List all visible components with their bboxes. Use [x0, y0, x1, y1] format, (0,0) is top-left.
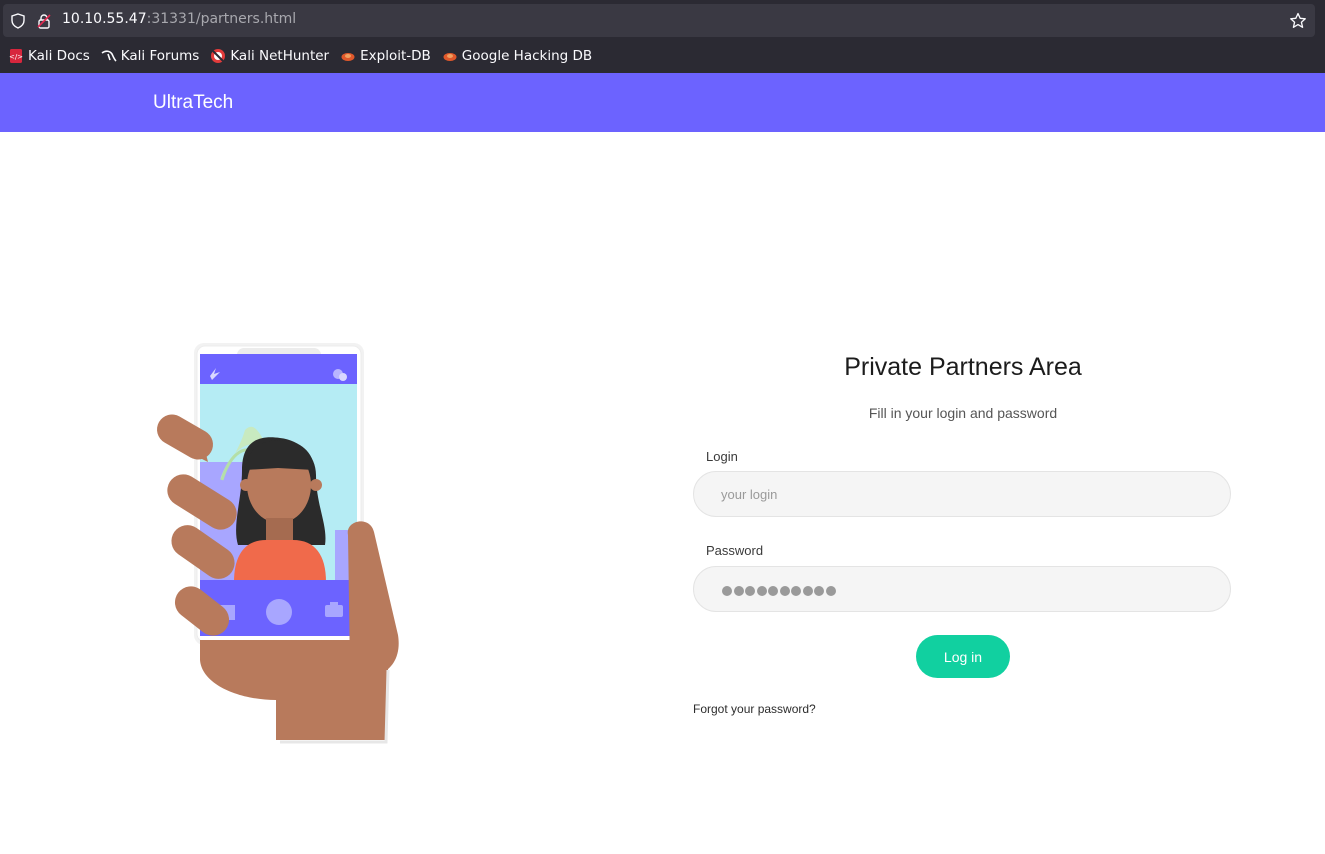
kali-docs-icon: </>	[8, 48, 24, 64]
address-bar[interactable]: 10.10.55.47:31331/partners.html	[3, 4, 1315, 37]
login-input[interactable]	[693, 471, 1231, 517]
bookmark-google-hacking-db[interactable]: Google Hacking DB	[442, 48, 592, 64]
bookmark-label: Google Hacking DB	[461, 48, 593, 64]
insecure-lock-icon[interactable]	[36, 13, 52, 33]
bookmark-kali-forums[interactable]: Kali Forums	[101, 48, 200, 64]
svg-text:</>: </>	[9, 53, 23, 61]
brand-logo-link[interactable]: UltraTech	[153, 92, 233, 114]
url-path: :31331/partners.html	[146, 11, 297, 27]
ghdb-icon	[442, 48, 458, 64]
shield-icon[interactable]	[10, 13, 26, 33]
bookmark-exploit-db[interactable]: Exploit-DB	[340, 48, 431, 64]
page-subtitle: Fill in your login and password	[868, 405, 1058, 421]
url-host: 10.10.55.47	[62, 11, 147, 27]
site-navbar: UltraTech	[0, 73, 1325, 132]
browser-chrome: 10.10.55.47:31331/partners.html </> Kali…	[0, 0, 1325, 73]
phone-in-hand-illustration	[150, 340, 410, 745]
exploit-db-icon	[340, 48, 356, 64]
bookmark-label: Kali NetHunter	[230, 48, 330, 64]
forgot-password-link[interactable]: Forgot your password?	[693, 702, 816, 716]
bookmark-label: Exploit-DB	[360, 48, 431, 64]
password-mask	[722, 586, 836, 596]
login-button[interactable]: Log in	[916, 635, 1010, 678]
password-label: Password	[706, 543, 764, 558]
page-title: Private Partners Area	[844, 353, 1082, 381]
password-input[interactable]	[693, 566, 1231, 612]
bookmark-kali-docs[interactable]: </> Kali Docs	[8, 48, 90, 64]
bookmark-label: Kali Forums	[120, 48, 200, 64]
kali-dragon-icon	[101, 48, 117, 64]
bookmark-star-icon[interactable]	[1289, 12, 1307, 34]
url-text[interactable]: 10.10.55.47:31331/partners.html	[62, 11, 296, 27]
bookmark-label: Kali Docs	[28, 48, 90, 64]
nethunter-icon	[210, 48, 226, 64]
bookmarks-toolbar: </> Kali Docs Kali Forums Kali NetHunter…	[8, 44, 592, 68]
login-label: Login	[706, 449, 738, 464]
bookmark-kali-nethunter[interactable]: Kali NetHunter	[210, 48, 329, 64]
